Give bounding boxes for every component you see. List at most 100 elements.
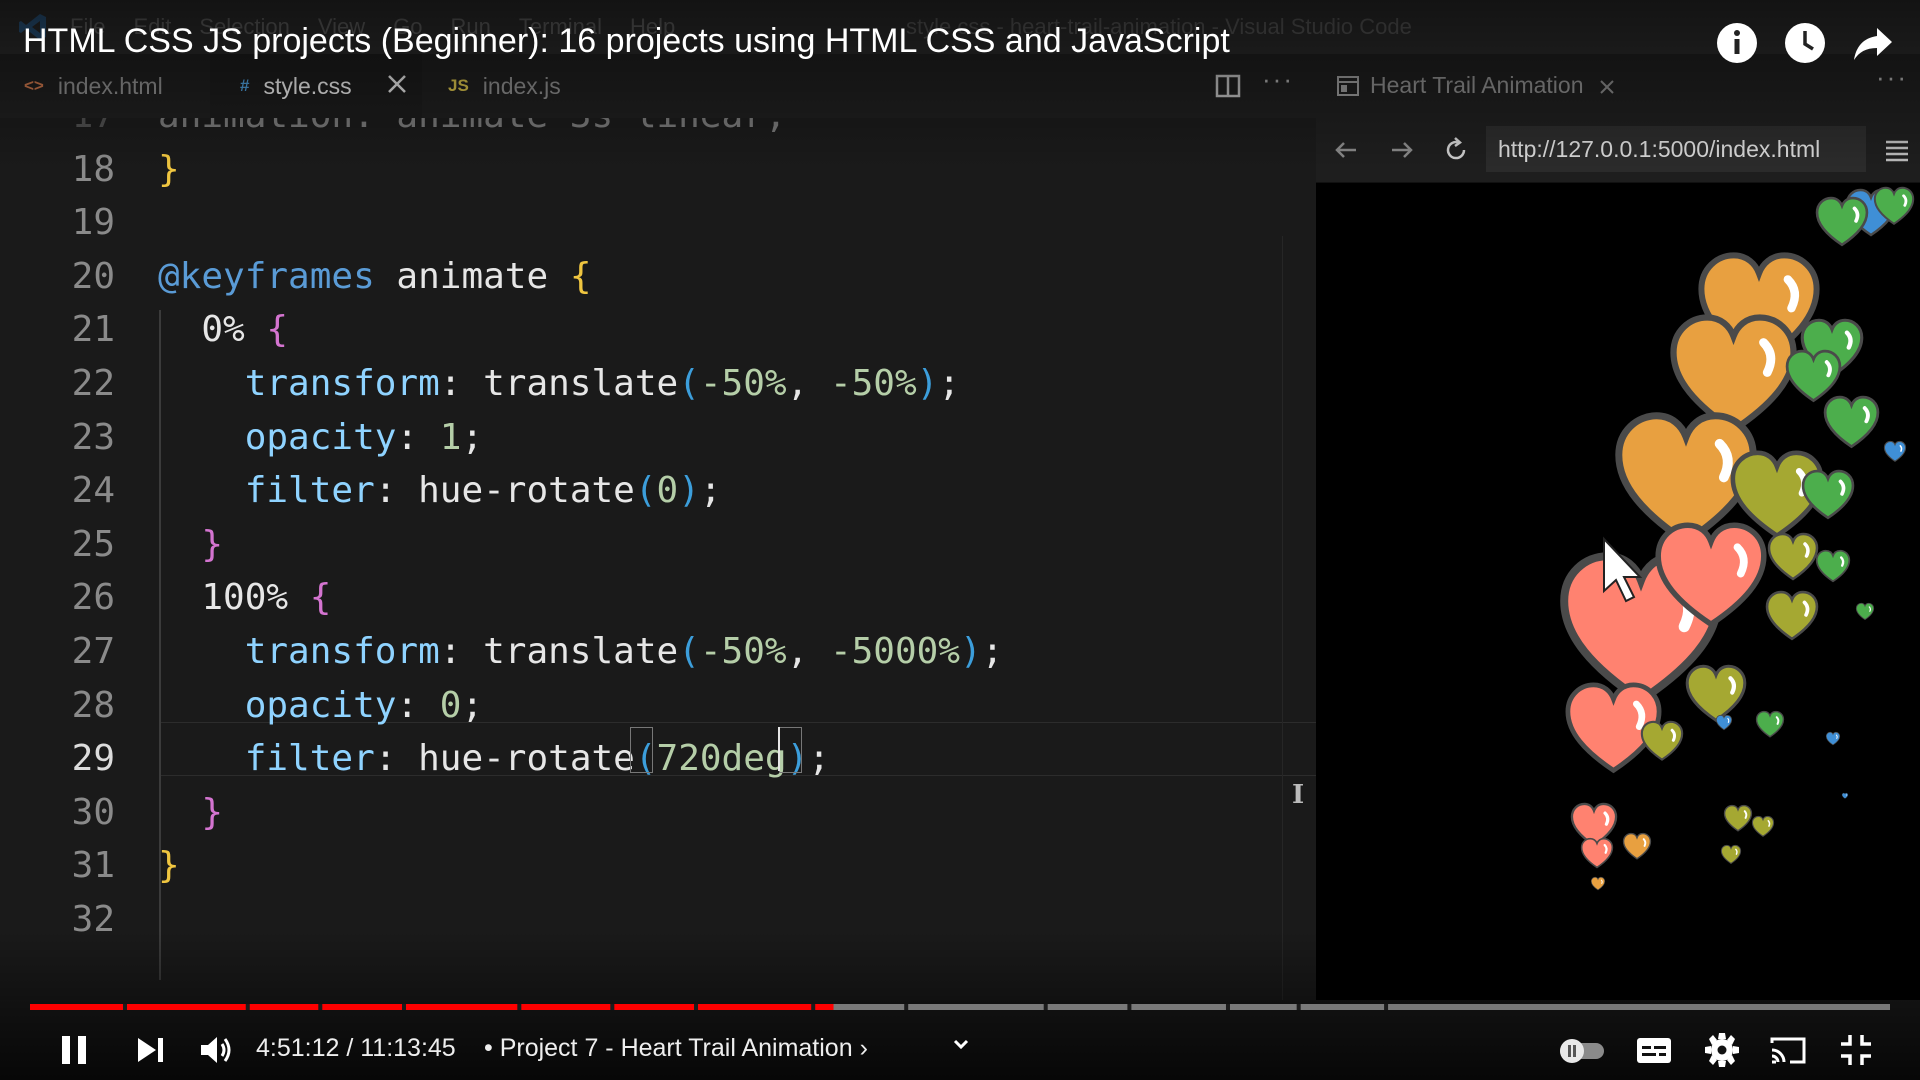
tab-close-icon[interactable] — [382, 69, 412, 99]
code-token: -50% — [699, 631, 787, 672]
chapter-title[interactable]: • Project 7 - Heart Trail Animation › — [484, 1034, 868, 1063]
chevron-down-icon[interactable] — [946, 1030, 976, 1060]
url-input[interactable]: http://127.0.0.1:5000/index.html — [1486, 126, 1866, 172]
code-token: ; — [699, 470, 722, 512]
bracket-match-highlight — [630, 727, 653, 773]
code-token: { — [309, 577, 332, 619]
tab-index-html[interactable]: <> index.html — [0, 54, 210, 118]
editor-scrollbar-track[interactable] — [1282, 236, 1283, 1000]
info-icon[interactable] — [1714, 20, 1760, 66]
html-file-icon: <> — [24, 76, 44, 95]
code-token: : hue-rotate — [374, 470, 635, 512]
preview-tab-bar: Heart Trail Animation ··· — [1316, 54, 1920, 118]
forward-arrow-icon[interactable] — [1386, 134, 1418, 166]
code-line[interactable]: 27 transform: translate(-50%, -5000%); — [0, 626, 1316, 678]
code-line[interactable]: 30 } — [0, 787, 1316, 839]
line-number: 22 — [71, 363, 115, 404]
share-icon[interactable] — [1850, 20, 1896, 66]
hamburger-menu-icon[interactable] — [1884, 138, 1910, 162]
reload-icon[interactable] — [1440, 134, 1472, 166]
preview-tab-label[interactable]: Heart Trail Animation — [1370, 72, 1583, 99]
code-line[interactable]: 25 } — [0, 519, 1316, 571]
code-line[interactable]: 17 animation: animate 3s linear; — [0, 118, 1316, 142]
chapter-title-text: • Project 7 - Heart Trail Animation — [484, 1034, 853, 1062]
code-text: } — [158, 144, 180, 196]
back-arrow-icon[interactable] — [1330, 134, 1362, 166]
code-token: ; — [461, 416, 484, 458]
code-text: } — [158, 787, 223, 839]
settings-gear-icon[interactable] — [1702, 1030, 1742, 1070]
code-line[interactable]: 21 0% { — [0, 304, 1316, 356]
autoplay-toggle-icon[interactable] — [1556, 1030, 1608, 1070]
heart-shape — [1841, 792, 1849, 799]
code-token: ) — [959, 631, 982, 672]
watch-later-clock-icon[interactable] — [1782, 20, 1828, 66]
code-token: ) — [916, 363, 939, 404]
preview-more-actions-icon[interactable]: ··· — [1876, 62, 1908, 93]
code-line[interactable]: 19 — [0, 197, 1316, 249]
video-title[interactable]: HTML CSS JS projects (Beginner): 16 proj… — [23, 22, 1230, 61]
heart-shape — [1855, 602, 1875, 621]
code-line[interactable]: 29 filter: hue-rotate(720deg); — [0, 733, 1316, 785]
volume-icon[interactable] — [196, 1030, 236, 1070]
code-text: filter: hue-rotate(0); — [158, 465, 722, 517]
chapter-divider — [1043, 1004, 1048, 1010]
code-token: opacity — [158, 416, 397, 458]
cast-icon[interactable] — [1768, 1030, 1808, 1070]
heart-shape — [1815, 549, 1851, 583]
editor-more-actions-icon[interactable]: ··· — [1262, 64, 1294, 95]
code-token: : — [396, 684, 440, 726]
heart-shape — [1767, 532, 1819, 581]
exit-fullscreen-icon[interactable] — [1836, 1030, 1876, 1070]
code-line[interactable]: 31} — [0, 840, 1316, 892]
line-number: 31 — [71, 845, 115, 887]
code-token: transform — [158, 363, 440, 404]
code-token: : translate — [439, 363, 679, 404]
tab-index-js[interactable]: JS index.js — [424, 54, 634, 118]
chapter-divider — [1127, 1004, 1132, 1010]
subtitles-icon[interactable] — [1634, 1030, 1674, 1070]
preview-tab-close-icon[interactable] — [1596, 76, 1618, 98]
code-line[interactable]: 20 @keyframes animate { — [0, 251, 1316, 303]
code-line[interactable]: 26 100% { — [0, 572, 1316, 624]
pause-icon[interactable] — [54, 1030, 94, 1070]
code-line[interactable]: 24 filter: hue-rotate(0); — [0, 465, 1316, 517]
tab-label: index.js — [482, 72, 561, 99]
code-text: } — [158, 519, 223, 571]
line-number: 18 — [71, 148, 115, 190]
next-video-icon[interactable] — [130, 1030, 170, 1070]
code-token: : hue-rotate — [374, 738, 635, 780]
split-editor-icon[interactable] — [1214, 72, 1242, 100]
chapter-divider — [402, 1004, 406, 1010]
heart-shape — [1580, 837, 1614, 869]
code-token: ( — [634, 470, 657, 512]
code-line[interactable]: 22 transform: translate(-50%, -50%); — [0, 358, 1316, 410]
code-token: animate — [374, 255, 570, 297]
code-editor[interactable]: 17 animation: animate 3s linear; 18} 19 20 @k… — [0, 118, 1316, 1000]
chapter-divider — [123, 1004, 127, 1010]
chapter-divider — [318, 1004, 323, 1010]
code-text: 0% { — [158, 304, 288, 356]
code-token: ; — [808, 738, 830, 780]
line-number: 27 — [71, 631, 115, 672]
code-token: -50% — [699, 363, 787, 404]
ibeam-cursor-icon: I — [1292, 780, 1305, 810]
text-caret — [778, 727, 780, 771]
bracket-match-highlight — [779, 727, 802, 773]
code-token: 0 — [656, 470, 679, 512]
chapter-divider — [1296, 1004, 1301, 1010]
video-progress-bar[interactable] — [30, 1004, 1890, 1010]
progress-played[interactable] — [30, 1004, 834, 1010]
heart-shape — [1640, 720, 1684, 761]
line-number: 19 — [71, 202, 115, 244]
code-token: , — [786, 363, 830, 404]
heart-shape — [1801, 469, 1855, 520]
code-line[interactable]: 23 opacity: 1; — [0, 412, 1316, 464]
heart-shape — [1590, 876, 1606, 891]
code-token: animation: animate 3s linear; — [158, 118, 787, 136]
code-token: : translate — [439, 631, 679, 672]
code-token: opacity — [158, 684, 397, 726]
code-line[interactable]: 28 opacity: 0; — [0, 680, 1316, 732]
heart-shape — [1765, 590, 1819, 641]
code-line[interactable]: 18} — [0, 144, 1316, 196]
